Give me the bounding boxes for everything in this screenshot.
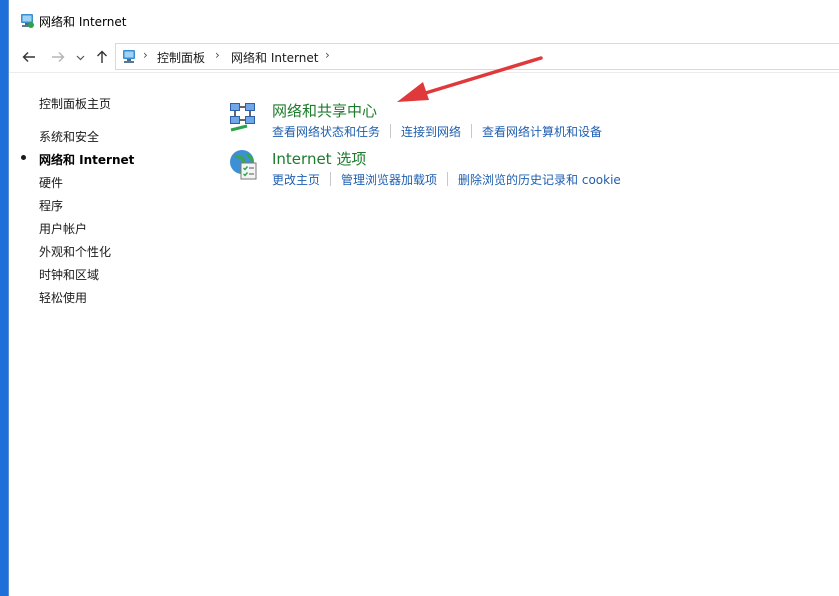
- arrow-right-icon: [52, 52, 65, 62]
- breadcrumb-separator[interactable]: ›: [143, 48, 148, 62]
- back-button[interactable]: [20, 47, 38, 67]
- change-homepage-link[interactable]: 更改主页: [272, 171, 320, 188]
- sidebar-item-appearance[interactable]: 外观和个性化: [39, 243, 111, 260]
- connect-to-network-link[interactable]: 连接到网络: [401, 123, 461, 140]
- delete-browsing-history-link[interactable]: 删除浏览的历史记录和 cookie: [458, 171, 621, 188]
- sidebar-home-link[interactable]: 控制面板主页: [39, 95, 111, 112]
- internet-task-list: 更改主页 管理浏览器加载项 删除浏览的历史记录和 cookie: [272, 171, 621, 188]
- breadcrumb-network-internet[interactable]: 网络和 Internet: [231, 49, 318, 66]
- recent-locations-button[interactable]: [74, 47, 86, 67]
- network-task-list: 查看网络状态和任务 连接到网络 查看网络计算机和设备: [272, 123, 602, 140]
- sidebar-item-clock-region[interactable]: 时钟和区域: [39, 266, 99, 283]
- title-bar: 网络和 Internet: [9, 0, 839, 42]
- breadcrumb-separator[interactable]: ›: [325, 48, 330, 62]
- view-network-status-link[interactable]: 查看网络状态和任务: [272, 123, 380, 140]
- sidebar-item-programs[interactable]: 程序: [39, 197, 63, 214]
- sidebar-item-network-internet[interactable]: 网络和 Internet: [39, 151, 134, 168]
- sidebar-item-user-accounts[interactable]: 用户帐户: [39, 220, 87, 237]
- view-network-computers-link[interactable]: 查看网络计算机和设备: [482, 123, 602, 140]
- control-panel-icon: [123, 50, 135, 63]
- annotation-arrow-icon: [397, 56, 543, 102]
- up-button[interactable]: [93, 47, 111, 67]
- network-sharing-center-link[interactable]: 网络和共享中心: [272, 100, 377, 121]
- sidebar-item-hardware[interactable]: 硬件: [39, 174, 63, 191]
- forward-button[interactable]: [49, 47, 67, 67]
- task-divider: [330, 172, 332, 186]
- control-panel-window: 网络和 Internet › 控制面板 › 网络和 Internet › 控制面…: [8, 0, 839, 596]
- task-divider: [390, 124, 392, 138]
- internet-options-link[interactable]: Internet 选项: [272, 148, 366, 169]
- task-divider: [447, 172, 449, 186]
- sidebar-item-ease-of-access[interactable]: 轻松使用: [39, 289, 87, 306]
- sidebar-item-system-security[interactable]: 系统和安全: [39, 128, 99, 145]
- network-sharing-center-icon: [230, 103, 255, 132]
- active-bullet: [21, 155, 26, 160]
- chevron-down-icon: [76, 55, 84, 60]
- manage-addons-link[interactable]: 管理浏览器加载项: [341, 171, 437, 188]
- window-title: 网络和 Internet: [39, 15, 127, 29]
- breadcrumb-separator[interactable]: ›: [215, 48, 220, 62]
- breadcrumb-control-panel[interactable]: 控制面板: [157, 49, 205, 66]
- arrow-up-icon: [97, 50, 107, 63]
- arrow-left-icon: [22, 52, 35, 62]
- internet-options-icon: [230, 150, 257, 180]
- task-divider: [471, 124, 473, 138]
- network-internet-icon: [21, 14, 34, 28]
